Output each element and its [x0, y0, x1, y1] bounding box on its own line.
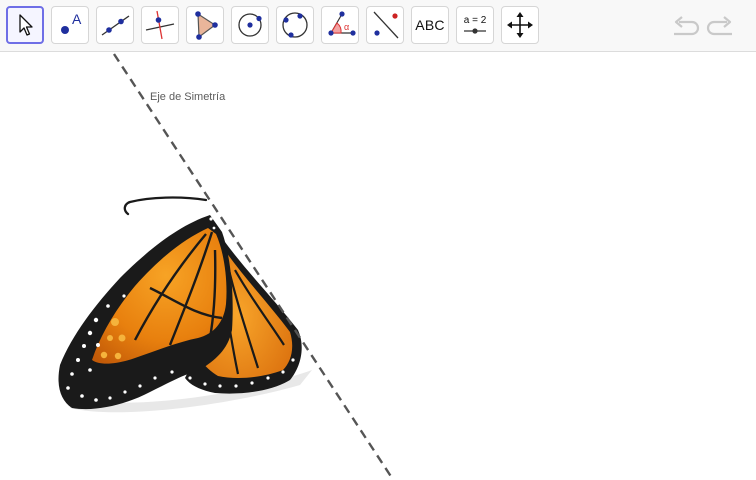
perpendicular-line-tool-button[interactable] [141, 6, 179, 44]
undo-icon [674, 16, 700, 36]
point-tool-label: A [72, 11, 82, 27]
arrow-cursor-icon [19, 14, 33, 36]
reflect-about-line-icon [373, 11, 399, 39]
circle-three-points-icon [282, 12, 308, 38]
slider-tool-label: a = 2 [464, 15, 487, 26]
redo-button[interactable] [706, 12, 736, 42]
symmetry-axis-label[interactable]: Eje de Simetría [150, 91, 225, 103]
text-tool-button[interactable]: ABC [411, 6, 449, 44]
circle-center-point-tool-button[interactable] [231, 6, 269, 44]
angle-tool-label: α [344, 22, 349, 32]
graphics-view[interactable] [0, 52, 756, 480]
point-with-label-icon: A [61, 11, 82, 34]
line-tool-button[interactable] [96, 6, 134, 44]
slider-tool-button[interactable]: a = 2 [456, 6, 494, 44]
move-cross-arrows-icon [507, 12, 533, 38]
line-through-two-points-icon [101, 15, 130, 36]
geogebra-app: A α ABC a = 2 Eje de Simetría [0, 0, 756, 480]
angle-tool-button[interactable]: α [321, 6, 359, 44]
perpendicular-line-icon [145, 10, 175, 40]
move-tool-button[interactable] [6, 6, 44, 44]
polygon-icon [195, 11, 218, 40]
slider-icon: a = 2 [464, 15, 487, 34]
point-tool-button[interactable]: A [51, 6, 89, 44]
angle-icon: α [328, 11, 356, 36]
undo-button[interactable] [670, 12, 700, 42]
toolbar: A α ABC a = 2 [0, 0, 756, 52]
circle-center-point-icon [238, 13, 262, 37]
text-tool-label: ABC [415, 17, 445, 33]
redo-icon [706, 16, 732, 36]
move-graphics-view-tool-button[interactable] [501, 6, 539, 44]
polygon-tool-button[interactable] [186, 6, 224, 44]
reflect-about-line-tool-button[interactable] [366, 6, 404, 44]
circle-three-points-tool-button[interactable] [276, 6, 314, 44]
